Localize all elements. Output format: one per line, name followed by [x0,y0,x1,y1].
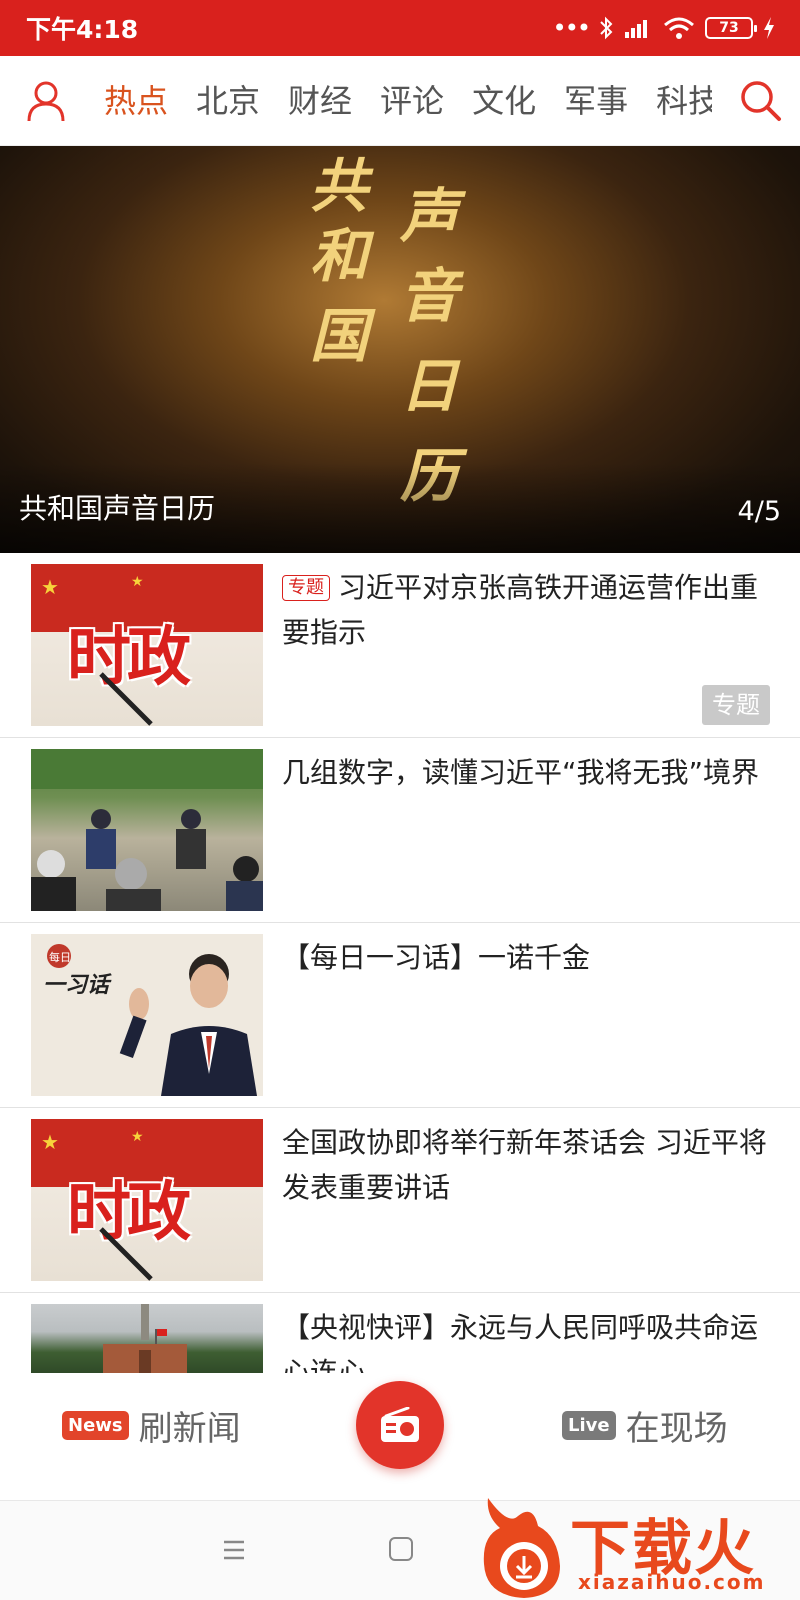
tab-label: 刷新闻 [138,1409,241,1449]
radio-icon [381,1407,419,1442]
more-dots-icon: ••• [552,14,591,42]
news-thumbnail [31,1304,263,1373]
home-icon[interactable] [389,1537,413,1561]
banner-art-char: 和 [310,222,375,290]
banner-art-char: 声 [399,182,467,250]
status-time: 下午4:18 [26,15,139,44]
banner-art-char: 共 [310,152,374,220]
topic-tag: 专题 [282,575,330,601]
pen-icon: ★ ★ [41,574,153,726]
category-tabs: 热点 北京 财经 评论 文化 军事 科技 [104,56,712,146]
news-title-text: 习近平对京张高铁开通运营作出重要指示 [282,571,759,649]
banner-art-char: 音 [400,262,465,330]
tab-finance[interactable]: 财经 [288,56,352,146]
building-photo [103,1304,187,1373]
featured-banner[interactable]: 共 和 国 声 音 日 历 共和国声音日历 4/5 [0,146,800,553]
thumb-label-big: 一习话 [43,973,112,998]
news-list-item[interactable]: 时政 ★ ★ 专题 习近平对京张高铁开通运营作出重要指示 专题 [0,553,800,738]
flame-logo-icon [483,1498,560,1598]
tab-label: 在现场 [625,1409,728,1449]
menu-icon[interactable] [222,1539,246,1561]
tab-refresh-news[interactable]: News 刷新闻 [62,1401,241,1450]
watermark-url: xiazaihuo.com [578,1570,766,1594]
news-title: 全国政协即将举行新年茶话会 习近平将发表重要讲话 [282,1126,767,1204]
news-list-item[interactable]: 几组数字，读懂习近平“我将无我”境界 [0,738,800,923]
battery-icon: 73 [705,17,757,39]
news-thumbnail: 每日 一习话 [31,934,263,1096]
daily-quote-thumb: 每日 一习话 [43,944,257,1096]
topic-badge: 专题 [702,685,770,725]
news-thumbnail [31,749,263,911]
svg-text:★: ★ [41,575,59,599]
live-badge: Live [562,1411,616,1440]
watermark-logo: 下载火 xiazaihuo.com [478,1496,800,1600]
tab-live-scene[interactable]: Live 在现场 [562,1401,728,1450]
user-icon[interactable] [26,80,66,122]
svg-text:★: ★ [41,1130,59,1154]
thumb-label-small: 每日 [49,950,71,964]
banner-art-char: 国 [310,302,376,370]
tab-comment[interactable]: 评论 [380,56,444,146]
news-title: 几组数字，读懂习近平“我将无我”境界 [282,756,760,789]
charging-icon [764,17,774,39]
screen: 下午4:18 ••• 73 热点 北京 财经 评论 文化 军事 科技 共 和 国… [0,0,800,1600]
news-list-item[interactable]: 时政 ★ ★ 全国政协即将举行新年茶话会 习近平将发表重要讲话 [0,1108,800,1293]
meeting-photo [31,749,263,911]
wifi-icon [664,17,694,39]
svg-text:★: ★ [131,574,144,590]
tab-beijing[interactable]: 北京 [196,56,260,146]
bottom-tab-bar: News 刷新闻 Live 在现场 [0,1373,800,1501]
category-nav-bar: 热点 北京 财经 评论 文化 军事 科技 [0,56,800,146]
search-icon[interactable] [738,78,782,122]
news-title: 【每日一习话】一诺千金 [282,941,591,974]
battery-level: 73 [719,20,739,36]
news-thumbnail: 时政 ★ ★ [31,564,263,726]
radio-button[interactable] [356,1381,444,1469]
pen-icon: ★ ★ [41,1129,153,1281]
news-title: 专题 习近平对京张高铁开通运营作出重要指示 [282,565,772,655]
tab-military[interactable]: 军事 [564,56,628,146]
signal-icon [625,20,647,38]
news-list-item[interactable]: 每日 一习话 【每日一习话】一诺千金 [0,923,800,1108]
status-bar: 下午4:18 ••• 73 [0,0,800,56]
tab-culture[interactable]: 文化 [472,56,536,146]
banner-art-char: 日 [400,352,461,420]
news-badge: News [62,1411,129,1440]
svg-text:★: ★ [131,1129,144,1145]
banner-page-indicator: 4/5 [737,496,781,527]
tab-tech[interactable]: 科技 [656,56,712,146]
tab-hot[interactable]: 热点 [104,56,168,146]
news-list-item[interactable]: 【央视快评】永远与人民同呼吸共命运心连心 [0,1293,800,1389]
banner-caption: 共和国声音日历 [19,492,216,525]
news-thumbnail: 时政 ★ ★ [31,1119,263,1281]
status-icons: ••• 73 [553,15,776,41]
bluetooth-icon [600,16,613,40]
